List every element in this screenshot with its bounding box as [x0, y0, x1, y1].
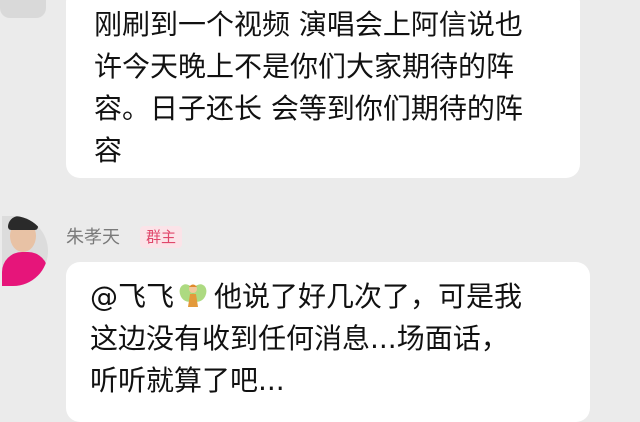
- message-bubble[interactable]: 刚刷到一个视频 演唱会上阿信说也 许今天晚上不是你们大家期待的阵 容。日子还长 …: [66, 0, 580, 178]
- mention-link[interactable]: @飞飞: [90, 280, 174, 313]
- fairy-icon: [179, 284, 207, 307]
- message-text-line: 听听就算了吧...: [90, 364, 285, 397]
- previous-sender-avatar[interactable]: [0, 0, 46, 18]
- message-text-line: 许今天晚上不是你们大家期待的阵: [94, 50, 515, 83]
- avatar-hair: [8, 216, 38, 230]
- message-text-line: @飞飞 他说了好几次了，可是我: [90, 276, 572, 318]
- message-text-line: 容: [94, 134, 123, 167]
- group-owner-badge: 群主: [140, 226, 183, 248]
- message-bubble[interactable]: @飞飞 他说了好几次了，可是我 这边没有收到任何消息...场面话， 听听就算了吧…: [66, 262, 590, 422]
- sender-name[interactable]: 朱孝天: [66, 226, 120, 250]
- message-text-line: 容。日子还长 会等到你们期待的阵: [94, 92, 523, 125]
- message-text-segment: 他说了好几次了，可是我: [214, 280, 523, 313]
- message-text-line: 这边没有收到任何消息...场面话，: [90, 322, 509, 355]
- message-text-line: 刚刷到一个视频 演唱会上阿信说也: [94, 8, 523, 41]
- avatar[interactable]: [2, 216, 48, 286]
- avatar-shirt: [2, 252, 48, 286]
